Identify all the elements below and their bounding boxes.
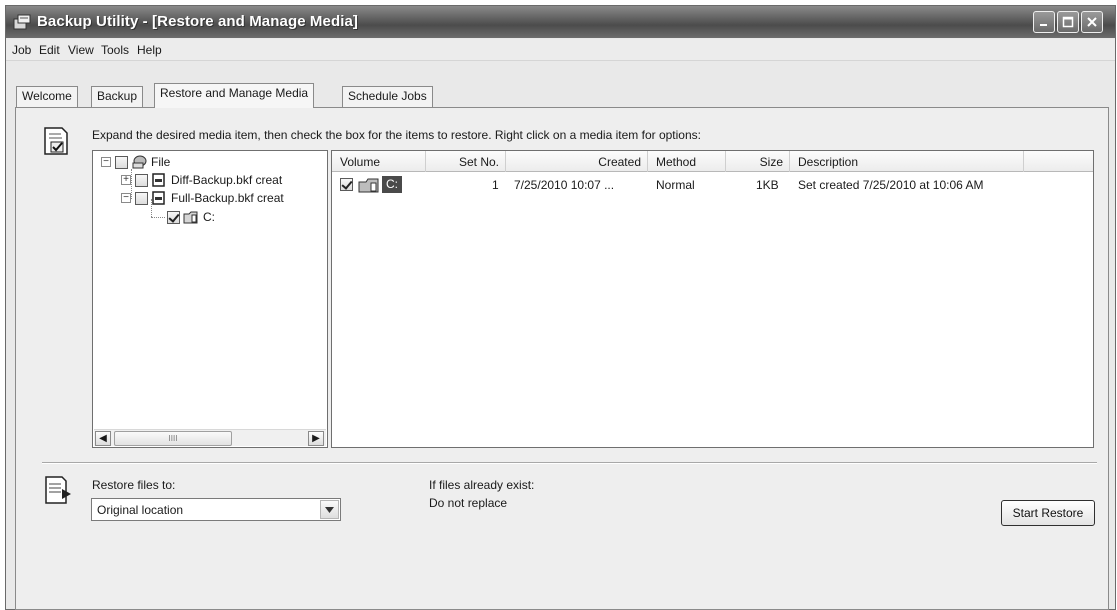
backup-file-icon xyxy=(152,191,165,205)
tree-checkbox-file[interactable] xyxy=(115,155,128,169)
table-row[interactable]: C: 1 7/25/2010 10:07 ... Normal 1KB Set … xyxy=(332,175,1093,195)
scroll-thumb[interactable]: IIII xyxy=(114,431,232,446)
collapse-icon[interactable]: − xyxy=(121,193,131,203)
tab-restore-and-manage-media[interactable]: Restore and Manage Media xyxy=(154,83,315,108)
collapse-icon[interactable]: − xyxy=(101,157,111,167)
list-header: Volume Set No. Created Method Size Descr… xyxy=(332,151,1093,172)
section-divider xyxy=(42,462,1097,464)
scroll-right-icon[interactable]: ▶ xyxy=(308,431,324,446)
maximize-icon xyxy=(1062,16,1074,28)
tree-label-full-backup: Full-Backup.bkf creat xyxy=(171,191,284,205)
row-method: Normal xyxy=(656,178,695,192)
instruction-text: Expand the desired media item, then chec… xyxy=(92,128,701,142)
menu-view[interactable]: View xyxy=(68,43,94,57)
folder-drive-icon xyxy=(358,178,379,193)
folder-drive-icon xyxy=(183,211,198,224)
menu-help[interactable]: Help xyxy=(137,43,162,57)
tab-strip: Welcome Backup Restore and Manage Media … xyxy=(6,63,1115,109)
restore-page: Expand the desired media item, then chec… xyxy=(15,107,1109,610)
column-volume[interactable]: Volume xyxy=(332,151,426,172)
column-size[interactable]: Size xyxy=(726,151,790,172)
menu-job[interactable]: Job xyxy=(12,43,31,57)
column-description[interactable]: Description xyxy=(790,151,1024,172)
tree-node-diff-backup[interactable]: + Diff-Backup.bkf creat xyxy=(121,171,282,189)
row-description: Set created 7/25/2010 at 10:06 AM xyxy=(798,178,984,192)
tree-checkbox-drive-c[interactable] xyxy=(167,210,180,224)
minimize-icon xyxy=(1040,24,1047,26)
menu-edit[interactable]: Edit xyxy=(39,43,60,57)
tree-label-drive-c: C: xyxy=(203,210,215,224)
close-button[interactable] xyxy=(1081,11,1103,33)
media-tree[interactable]: − File + Diff-Backup.bkf creat − Full-Ba… xyxy=(92,150,328,448)
scroll-left-icon[interactable]: ◀ xyxy=(95,431,111,446)
expand-icon[interactable]: + xyxy=(121,175,131,185)
window-title: Backup Utility - [Restore and Manage Med… xyxy=(37,13,359,30)
backup-utility-window: Backup Utility - [Restore and Manage Med… xyxy=(5,5,1116,610)
tree-checkbox-full-backup[interactable] xyxy=(135,191,148,205)
tree-node-file[interactable]: − File xyxy=(101,153,170,171)
file-drive-icon xyxy=(132,155,147,169)
start-restore-button[interactable]: Start Restore xyxy=(1001,500,1095,526)
restore-location-dropdown[interactable]: Original location xyxy=(91,498,341,521)
row-created: 7/25/2010 10:07 ... xyxy=(514,178,615,192)
minimize-button[interactable] xyxy=(1033,11,1055,33)
tree-checkbox-diff-backup[interactable] xyxy=(135,173,148,187)
column-set-no[interactable]: Set No. xyxy=(426,151,506,172)
tree-node-drive-c[interactable]: C: xyxy=(167,208,215,226)
title-bar[interactable]: Backup Utility - [Restore and Manage Med… xyxy=(6,6,1115,38)
chevron-down-icon[interactable] xyxy=(320,500,339,519)
restore-checklist-icon xyxy=(44,127,68,155)
tree-label-diff-backup: Diff-Backup.bkf creat xyxy=(171,173,283,187)
tab-schedule-jobs[interactable]: Schedule Jobs xyxy=(342,86,433,107)
menu-bar: Job Edit View Tools Help xyxy=(6,39,1115,61)
restore-location-value: Original location xyxy=(97,503,184,517)
maximize-button[interactable] xyxy=(1057,11,1079,33)
tab-welcome[interactable]: Welcome xyxy=(16,86,78,107)
row-size: 1KB xyxy=(756,178,779,192)
existing-files-value: Do not replace xyxy=(429,496,508,510)
tree-horizontal-scrollbar[interactable]: ◀ IIII ▶ xyxy=(94,429,326,446)
tree-node-full-backup[interactable]: − Full-Backup.bkf creat xyxy=(121,189,284,207)
restore-destination-icon xyxy=(45,476,71,504)
column-method[interactable]: Method xyxy=(648,151,726,172)
backup-set-list[interactable]: Volume Set No. Created Method Size Descr… xyxy=(331,150,1094,448)
column-created[interactable]: Created xyxy=(506,151,648,172)
row-checkbox[interactable] xyxy=(340,178,353,191)
menu-tools[interactable]: Tools xyxy=(101,43,129,57)
row-set-no: 1 xyxy=(492,178,499,192)
tab-backup[interactable]: Backup xyxy=(91,86,144,107)
backup-file-icon xyxy=(152,173,165,187)
backup-app-icon xyxy=(13,14,31,30)
restore-location-label: Restore files to: xyxy=(92,478,176,492)
row-volume: C: xyxy=(382,176,402,193)
tree-label-file: File xyxy=(151,155,171,169)
close-icon xyxy=(1087,17,1097,27)
existing-files-label: If files already exist: xyxy=(429,478,535,492)
